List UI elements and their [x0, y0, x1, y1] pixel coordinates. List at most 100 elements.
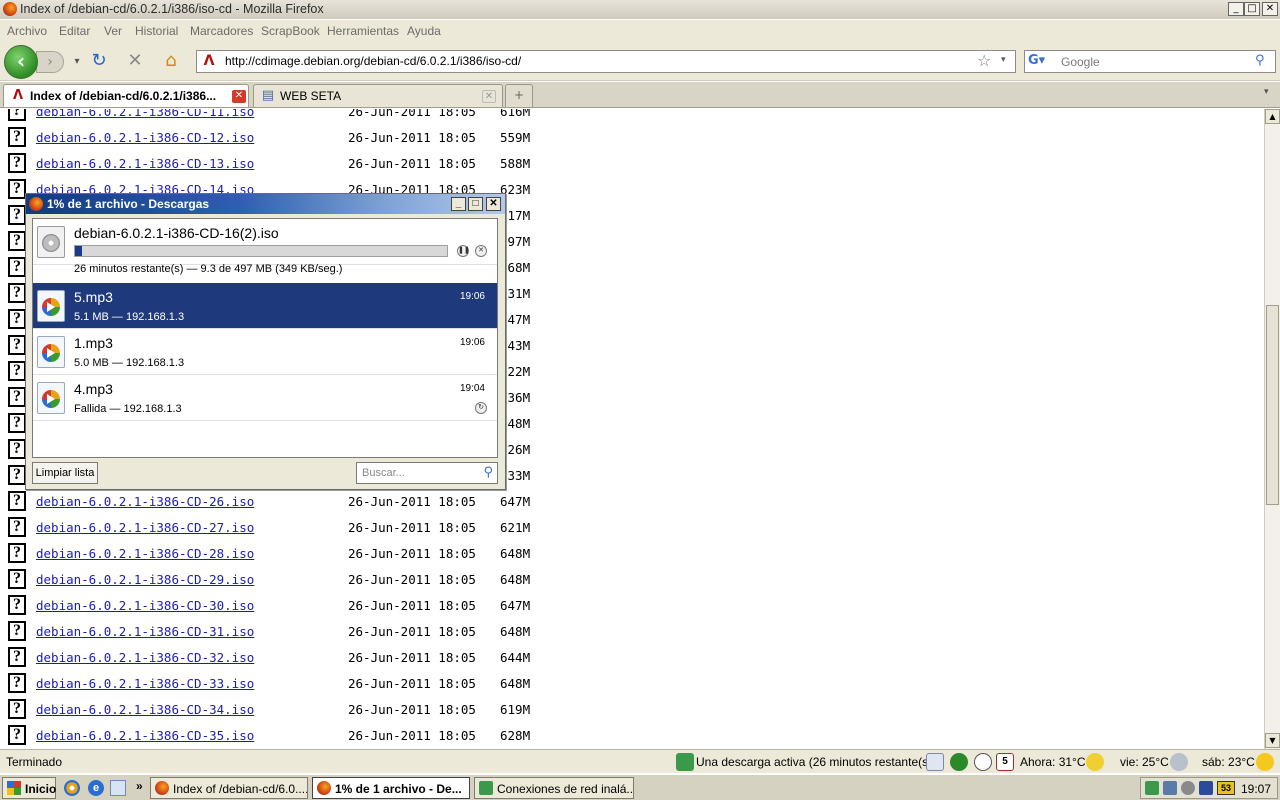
download-arrow-icon[interactable]	[676, 753, 694, 771]
chrome-quicklaunch-icon[interactable]	[64, 780, 80, 796]
downloads-close-button[interactable]: ✕	[486, 197, 501, 211]
menu-historial[interactable]: Historial	[135, 24, 178, 38]
cancel-icon[interactable]: ✕	[475, 245, 487, 257]
tab-web-seta[interactable]: ▤ WEB SETA ✕	[253, 84, 503, 107]
download-time: 19:04	[459, 383, 485, 394]
tab-close-icon[interactable]: ✕	[482, 90, 496, 103]
retry-icon[interactable]: ↻	[475, 402, 487, 414]
file-link[interactable]: debian-6.0.2.1-i386-CD-27.iso	[36, 520, 254, 535]
tab-close-icon[interactable]: ✕	[232, 90, 246, 103]
menu-marcadores[interactable]: Marcadores	[190, 24, 253, 38]
unknown-file-icon: ?	[8, 283, 26, 303]
reload-icon[interactable]: ↻	[88, 50, 110, 72]
taskbar-network[interactable]: Conexiones de red inalá...	[474, 777, 634, 799]
vertical-scrollbar[interactable]: ▲ ▼	[1264, 109, 1280, 749]
history-dropdown-icon[interactable]: ▾	[66, 51, 88, 73]
file-link[interactable]: debian-6.0.2.1-i386-CD-31.iso	[36, 624, 254, 639]
file-link[interactable]: debian-6.0.2.1-i386-CD-30.iso	[36, 598, 254, 613]
menu-herramientas[interactable]: Herramientas	[327, 24, 399, 38]
calendar-icon[interactable]: 5	[996, 753, 1014, 771]
unknown-file-icon: ?	[8, 621, 26, 641]
weather-sunny-icon	[1256, 753, 1274, 771]
start-label: Inicio	[25, 782, 57, 796]
url-text[interactable]: http://cdimage.debian.org/debian-cd/6.0.…	[225, 54, 521, 68]
file-link[interactable]: debian-6.0.2.1-i386-CD-13.iso	[36, 156, 254, 171]
clock-icon[interactable]	[974, 753, 992, 771]
green-status-icon[interactable]	[950, 753, 968, 771]
stop-icon[interactable]: ✕	[124, 50, 146, 72]
downloads-search-placeholder[interactable]: Buscar...	[362, 467, 405, 479]
menu-scrapbook[interactable]: ScrapBook	[261, 24, 320, 38]
download-item-1mp3[interactable]: 1.mp3 19:06 5.0 MB — 192.168.1.3	[33, 329, 497, 375]
tray-app-icon[interactable]	[1163, 781, 1177, 795]
forward-button[interactable]: ›	[36, 51, 64, 73]
file-link[interactable]: debian-6.0.2.1-i386-CD-28.iso	[36, 546, 254, 561]
file-size: 648M	[500, 572, 531, 587]
menu-ver[interactable]: Ver	[104, 24, 122, 38]
file-link[interactable]: debian-6.0.2.1-i386-CD-29.iso	[36, 572, 254, 587]
file-link[interactable]: debian-6.0.2.1-i386-CD-12.iso	[36, 130, 254, 145]
file-link[interactable]: debian-6.0.2.1-i386-CD-33.iso	[36, 676, 254, 691]
bookmark-star-icon[interactable]: ☆	[977, 51, 991, 70]
search-icon[interactable]: ⚲	[1255, 53, 1265, 68]
search-bar[interactable]: G▾ Google ⚲	[1024, 50, 1276, 73]
menu-editar[interactable]: Editar	[59, 24, 90, 38]
google-engine-icon[interactable]: G▾	[1028, 53, 1056, 70]
home-icon[interactable]: ⌂	[160, 50, 182, 72]
close-button[interactable]: ✕	[1262, 2, 1278, 16]
download-status-text[interactable]: Una descarga activa (26 minutos restante…	[696, 755, 936, 769]
download-item-iso[interactable]: debian-6.0.2.1-i386-CD-16(2).iso ❚❚ ✕ 26…	[33, 219, 497, 275]
tray-security-icon[interactable]	[1199, 781, 1213, 795]
maximize-button[interactable]: □	[1244, 2, 1260, 16]
search-placeholder[interactable]: Google	[1061, 55, 1100, 69]
tab-index-debian[interactable]: ᐱ Index of /debian-cd/6.0.2.1/i386... ✕	[3, 84, 249, 107]
downloads-maximize-button[interactable]: □	[468, 197, 483, 211]
downloads-search-input[interactable]: Buscar... ⚲	[356, 462, 498, 484]
unknown-file-icon: ?	[8, 647, 26, 667]
quicklaunch-more-icon[interactable]: »	[136, 779, 143, 793]
minimize-button[interactable]: _	[1228, 2, 1244, 16]
ie-quicklaunch-icon[interactable]: e	[88, 780, 104, 796]
weather-friday[interactable]: vie: 25°C	[1120, 755, 1169, 769]
tab-list-icon[interactable]: ▾	[1264, 87, 1269, 97]
listing-row: ? debian-6.0.2.1-i386-CD-13.iso 26-Jun-201…	[0, 150, 700, 176]
scroll-down-button[interactable]: ▼	[1265, 733, 1280, 748]
file-link[interactable]: debian-6.0.2.1-i386-CD-34.iso	[36, 702, 254, 717]
file-date: 26-Jun-2011 18:05	[348, 494, 476, 509]
page-info-icon[interactable]	[926, 753, 944, 771]
window-title-bar[interactable]: Index of /debian-cd/6.0.2.1/i386/iso-cd …	[0, 0, 1280, 19]
scroll-thumb[interactable]	[1266, 305, 1279, 505]
weather-saturday[interactable]: sáb: 23°C	[1202, 755, 1255, 769]
taskbar-downloads[interactable]: 1% de 1 archivo - De...	[312, 777, 470, 799]
download-item-5mp3[interactable]: 5.mp3 19:06 5.1 MB — 192.168.1.3	[33, 283, 497, 329]
back-button[interactable]: ‹	[4, 45, 38, 79]
file-date: 26-Jun-2011 18:05	[348, 702, 476, 717]
volume-icon[interactable]	[1181, 781, 1195, 795]
downloads-minimize-button[interactable]: _	[451, 197, 466, 211]
url-bar[interactable]: ᐱ http://cdimage.debian.org/debian-cd/6.…	[196, 50, 1016, 73]
file-link[interactable]: debian-6.0.2.1-i386-CD-35.iso	[36, 728, 254, 743]
weather-now[interactable]: Ahora: 31°C	[1020, 755, 1086, 769]
downloads-title-bar[interactable]: 1% de 1 archivo - Descargas _ □ ✕	[26, 194, 505, 214]
file-link[interactable]: debian-6.0.2.1-i386-CD-11.iso	[36, 109, 254, 119]
taskbar-firefox-index[interactable]: Index of /debian-cd/6.0....	[150, 777, 308, 799]
search-icon[interactable]: ⚲	[483, 465, 493, 480]
new-tab-button[interactable]: +	[505, 84, 533, 107]
clock[interactable]: 19:07	[1241, 782, 1271, 796]
menu-ayuda[interactable]: Ayuda	[407, 24, 441, 38]
start-button[interactable]: Inicio	[2, 777, 56, 799]
explorer-quicklaunch-icon[interactable]	[110, 780, 126, 796]
download-progress-bar	[74, 245, 448, 257]
network-tray-icon[interactable]	[1145, 781, 1159, 795]
download-item-4mp3[interactable]: 4.mp3 19:04 Fallida — 192.168.1.3 ↻	[33, 375, 497, 421]
url-dropdown-icon[interactable]: ▾	[1001, 55, 1006, 65]
scroll-up-button[interactable]: ▲	[1265, 109, 1280, 124]
file-date: 26-Jun-2011 18:05	[348, 624, 476, 639]
weather-rain-icon	[1170, 753, 1188, 771]
clear-list-button[interactable]: Limpiar lista	[32, 462, 98, 484]
menu-archivo[interactable]: Archivo	[7, 24, 47, 38]
tray-53-icon[interactable]: 53	[1217, 781, 1235, 795]
file-link[interactable]: debian-6.0.2.1-i386-CD-32.iso	[36, 650, 254, 665]
pause-icon[interactable]: ❚❚	[457, 245, 470, 257]
file-link[interactable]: debian-6.0.2.1-i386-CD-26.iso	[36, 494, 254, 509]
